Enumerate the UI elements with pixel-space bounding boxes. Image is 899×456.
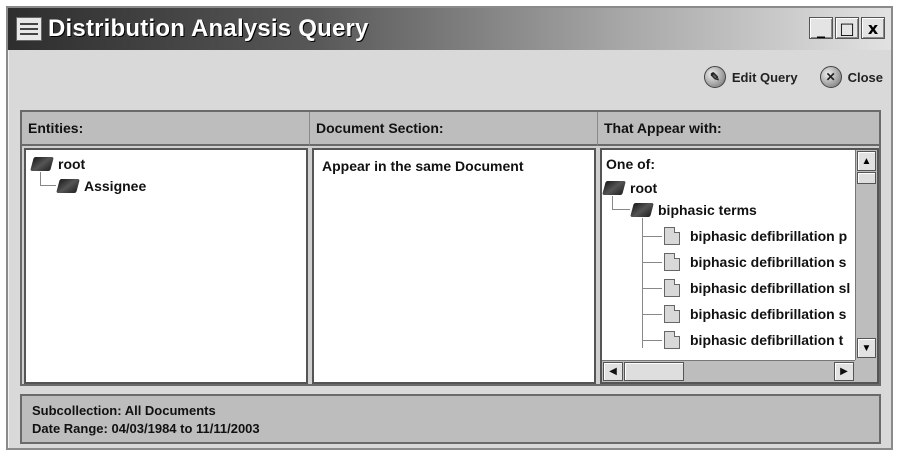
tree-leaf[interactable]: biphasic defibrillation t: [664, 331, 843, 349]
tree-connector: [642, 314, 662, 315]
tree-node-biphasic-terms[interactable]: biphasic terms: [630, 202, 757, 218]
tree-leaf-label: biphasic defibrillation s: [690, 254, 847, 270]
maximize-button[interactable]: □: [835, 17, 859, 39]
tree-leaf-label: biphasic defibrillation sl: [690, 280, 851, 296]
title-bar[interactable]: Distribution Analysis Query _ □ x: [8, 8, 891, 50]
tree-leaf[interactable]: biphasic defibrillation s: [664, 305, 846, 323]
toolbar: ✎ Edit Query ✕ Close: [703, 66, 883, 88]
edit-query-label: Edit Query: [731, 69, 798, 85]
pencil-icon: ✎: [703, 66, 726, 88]
tree-leaf[interactable]: biphasic defibrillation s: [664, 253, 846, 271]
tree-node-assignee[interactable]: Assignee: [56, 178, 147, 194]
tree-leaf-label: biphasic defibrillation t: [690, 332, 844, 348]
tree-node-label: Assignee: [84, 178, 147, 194]
appear-with-intro: One of:: [606, 156, 655, 172]
scroll-corner: [855, 360, 877, 382]
vertical-scroll-thumb[interactable]: [857, 172, 876, 184]
tree-leaf[interactable]: biphasic defibrillation p: [664, 227, 847, 245]
tree-node-label: biphasic terms: [658, 202, 757, 218]
close-window-button[interactable]: x: [861, 17, 885, 39]
document-icon: [664, 331, 680, 349]
scroll-up-arrow-icon[interactable]: ▲: [857, 151, 876, 171]
document-section-list[interactable]: Appear in the same Document: [312, 148, 596, 384]
horizontal-scrollbar[interactable]: ◀ ▶: [602, 360, 856, 382]
close-icon: ✕: [819, 66, 842, 88]
tree-connector: [642, 262, 662, 263]
scroll-right-arrow-icon[interactable]: ▶: [834, 362, 854, 381]
tree-connector: [642, 218, 643, 348]
tree-node-label: root: [58, 156, 86, 172]
date-range-text: Date Range: 04/03/1984 to 11/11/2003: [32, 421, 260, 436]
tree-node-root[interactable]: root: [602, 180, 658, 196]
tree-connector: [642, 236, 662, 237]
document-section-value[interactable]: Appear in the same Document: [322, 158, 524, 174]
tree-connector: [40, 172, 56, 186]
window-title: Distribution Analysis Query: [48, 15, 369, 42]
query-panel: Entities: Document Section: That Appear …: [20, 110, 881, 386]
tree-leaf[interactable]: biphasic defibrillation sl: [664, 279, 850, 297]
book-icon: [56, 179, 80, 193]
document-icon: [664, 305, 680, 323]
book-icon: [30, 157, 54, 171]
query-window: Distribution Analysis Query _ □ x ✎ Edit…: [6, 6, 893, 450]
subcollection-text: Subcollection: All Documents: [32, 403, 216, 418]
appear-with-tree[interactable]: One of: root biphasic terms biphasic def…: [600, 148, 879, 384]
scroll-down-arrow-icon[interactable]: ▼: [857, 338, 876, 358]
minimize-button[interactable]: _: [809, 17, 833, 39]
horizontal-scroll-thumb[interactable]: [624, 362, 684, 381]
tree-connector: [642, 340, 662, 341]
entities-tree[interactable]: root Assignee: [24, 148, 308, 384]
window-controls: _ □ x: [809, 17, 885, 39]
document-icon: [664, 227, 680, 245]
document-icon: [664, 279, 680, 297]
tree-leaf-label: biphasic defibrillation p: [690, 228, 848, 244]
tree-connector: [642, 288, 662, 289]
scroll-left-arrow-icon[interactable]: ◀: [603, 362, 623, 381]
vertical-scrollbar[interactable]: ▲ ▼: [855, 150, 877, 360]
app-icon: [16, 17, 42, 41]
edit-query-button[interactable]: ✎ Edit Query: [703, 66, 798, 88]
tree-leaf-label: biphasic defibrillation s: [690, 306, 847, 322]
tree-connector: [612, 196, 630, 210]
tree-node-root[interactable]: root: [30, 156, 86, 172]
document-section-header: Document Section:: [310, 112, 598, 146]
close-button[interactable]: ✕ Close: [819, 66, 883, 88]
status-panel: Subcollection: All Documents Date Range:…: [20, 394, 881, 444]
entities-header: Entities:: [22, 112, 310, 146]
book-icon: [602, 181, 626, 195]
tree-node-label: root: [630, 180, 658, 196]
document-icon: [664, 253, 680, 271]
book-icon: [630, 203, 654, 217]
close-label: Close: [847, 69, 883, 85]
appear-with-header: That Appear with:: [598, 112, 879, 146]
